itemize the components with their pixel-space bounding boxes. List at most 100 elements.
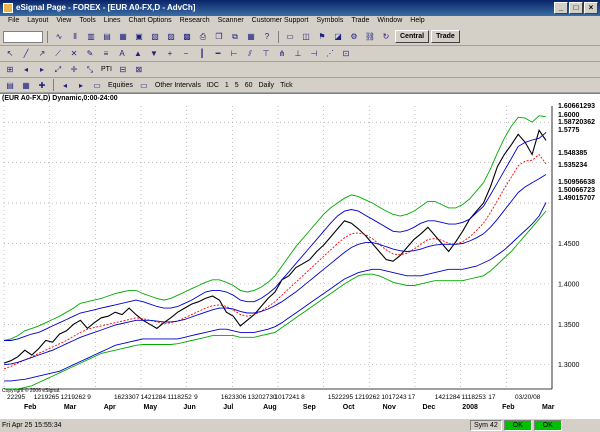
portfolio-icon[interactable]: ▧ <box>148 30 162 43</box>
ray-icon[interactable]: ⟋ <box>51 47 65 60</box>
news-icon[interactable]: ▦ <box>116 30 130 43</box>
chart-setup-icon[interactable]: ▤ <box>3 78 17 92</box>
back-icon[interactable]: ◂ <box>58 78 72 92</box>
close-button[interactable]: × <box>584 2 598 14</box>
draw-icon[interactable]: ✎ <box>83 47 97 60</box>
menu-file[interactable]: File <box>4 16 23 28</box>
interval-grid-icon[interactable]: ▦ <box>19 78 33 92</box>
window-icon[interactable]: ▭ <box>283 30 297 43</box>
print-icon[interactable]: ⎙ <box>196 30 210 43</box>
menu-window[interactable]: Window <box>373 16 406 28</box>
menu-scanner[interactable]: Scanner <box>214 16 248 28</box>
maximize-button[interactable]: □ <box>569 2 583 14</box>
menu-layout[interactable]: Layout <box>23 16 52 28</box>
drawing-toolbar: ↖ ╱ ↗ ⟋ ✕ ✎ ≡ A ▲ ▼ + − ┃ ━ ⊢ ⫽ ⊤ ⋔ ⊥ ⊣ … <box>0 46 600 62</box>
window-title-bar: eSignal Page - FOREX - [EUR A0-FX,D - Ad… <box>0 0 600 16</box>
text-icon[interactable]: A <box>115 47 129 60</box>
view-toolbar: ⊞ ◂ ▸ ⤢ ✛ ⤡ PTI ⊟ ⊠ <box>0 62 600 78</box>
sell-icon[interactable]: ▼ <box>147 47 161 60</box>
menu-view[interactable]: View <box>52 16 75 28</box>
month-label: Oct <box>343 404 355 411</box>
chart-window-icon[interactable]: ◪ <box>331 30 345 43</box>
copy-icon[interactable]: ❐ <box>212 30 226 43</box>
compress-icon[interactable]: ⊠ <box>131 63 146 76</box>
speed-icon[interactable]: ⋰ <box>323 47 337 60</box>
vertical-line-icon[interactable]: ┃ <box>195 47 209 60</box>
equities-folder-icon[interactable]: ▭ <box>90 78 104 92</box>
minimize-button[interactable]: _ <box>554 2 568 14</box>
zoom-icon[interactable]: ⤡ <box>83 63 97 76</box>
pti-label[interactable]: PTI <box>99 66 114 73</box>
link-icon[interactable]: ⛓ <box>363 30 377 43</box>
month-label: Aug <box>263 404 277 411</box>
scanner-icon[interactable]: ▩ <box>180 30 194 43</box>
horizontal-line-icon[interactable]: ━ <box>211 47 225 60</box>
fib-icon[interactable]: ≡ <box>99 47 113 60</box>
menu-symbols[interactable]: Symbols <box>312 16 347 28</box>
andrews-icon[interactable]: ⊥ <box>291 47 305 60</box>
price-chart[interactable]: 1.4000 1.4500 1.3500 1.3000 1.60661293 1.6000… <box>0 94 600 419</box>
line-chart-icon[interactable]: ∿ <box>52 30 66 43</box>
interval-daily[interactable]: Daily <box>257 82 277 89</box>
price-axis-label: 1.3000 <box>558 362 580 369</box>
layout-combo[interactable] <box>3 30 43 43</box>
calculator-icon[interactable]: ▦ <box>244 30 258 43</box>
arrow-icon[interactable]: ↗ <box>35 47 49 60</box>
other-intervals-folder-icon[interactable]: ▭ <box>136 78 151 92</box>
copyright-text: Copyright © 2006 eSignal. <box>2 388 61 394</box>
interval-tick[interactable]: Tick <box>278 82 295 89</box>
month-label: Apr <box>104 404 116 411</box>
help-icon[interactable]: ? <box>260 30 274 43</box>
menu-help[interactable]: Help <box>406 16 428 28</box>
flag-icon[interactable]: ⚑ <box>315 30 329 43</box>
toggle-icon[interactable]: ⊟ <box>115 63 130 76</box>
zoom-in-icon[interactable]: + <box>163 47 177 60</box>
quote-window-icon[interactable]: ▤ <box>100 30 114 43</box>
settings-icon[interactable]: ⚙ <box>347 30 361 43</box>
candle-chart-icon[interactable]: ▥ <box>84 30 98 43</box>
menu-lines[interactable]: Lines <box>100 16 125 28</box>
date-tick-label: 1522295 <box>328 394 354 401</box>
value-tag-label: 1.58720362 <box>558 119 595 126</box>
refresh-icon[interactable]: ↻ <box>379 30 393 43</box>
expand-icon[interactable]: ⤢ <box>51 63 65 76</box>
add-icon[interactable]: ✚ <box>35 78 49 92</box>
menu-research[interactable]: Research <box>176 16 214 28</box>
grid-icon[interactable]: ⊞ <box>3 63 17 76</box>
equities-label[interactable]: Equities <box>106 82 135 89</box>
regression-icon[interactable]: ⊣ <box>307 47 321 60</box>
crosshair-icon[interactable]: ✛ <box>67 63 81 76</box>
interval-idc[interactable]: IDC <box>205 82 221 89</box>
scroll-right-icon[interactable]: ▸ <box>35 63 49 76</box>
channel-icon[interactable]: ⫽ <box>243 47 257 60</box>
chart-area[interactable]: (EUR A0-FX,D) Dynamic,0:00-24:00 1.4000 1… <box>0 93 600 418</box>
menu-chart-options[interactable]: Chart Options <box>124 16 175 28</box>
pitchfork-icon[interactable]: ⋔ <box>275 47 289 60</box>
value-tag-label: 1.548385 <box>558 150 587 157</box>
trendline-icon[interactable]: ╱ <box>19 47 33 60</box>
paste-icon[interactable]: ⧉ <box>228 30 242 43</box>
cursor-icon[interactable]: ↖ <box>3 47 17 60</box>
central-button[interactable]: Central <box>395 30 430 43</box>
gann-icon[interactable]: ⊤ <box>259 47 273 60</box>
interval-60[interactable]: 60 <box>243 82 255 89</box>
bar-chart-icon[interactable]: ⫴ <box>68 30 82 43</box>
other-intervals-label[interactable]: Other Intervals <box>153 82 203 89</box>
cycle-icon[interactable]: ⊢ <box>227 47 241 60</box>
menu-customer-support[interactable]: Customer Support <box>248 16 313 28</box>
forward-icon[interactable]: ▸ <box>74 78 88 92</box>
period-icon[interactable]: ⊡ <box>339 47 353 60</box>
menu-tools[interactable]: Tools <box>75 16 99 28</box>
menu-trade[interactable]: Trade <box>347 16 373 28</box>
interval-1[interactable]: 1 <box>223 82 231 89</box>
buy-icon[interactable]: ▲ <box>131 47 145 60</box>
cross-icon[interactable]: ✕ <box>67 47 81 60</box>
scroll-left-icon[interactable]: ◂ <box>19 63 33 76</box>
interval-5[interactable]: 5 <box>233 82 241 89</box>
table-icon[interactable]: ▣ <box>132 30 146 43</box>
value-tag-label: 1.50956638 <box>558 179 595 186</box>
alerts-icon[interactable]: ▨ <box>164 30 178 43</box>
trade-button[interactable]: Trade <box>431 30 460 43</box>
zoom-out-icon[interactable]: − <box>179 47 193 60</box>
tile-icon[interactable]: ◫ <box>299 30 313 43</box>
